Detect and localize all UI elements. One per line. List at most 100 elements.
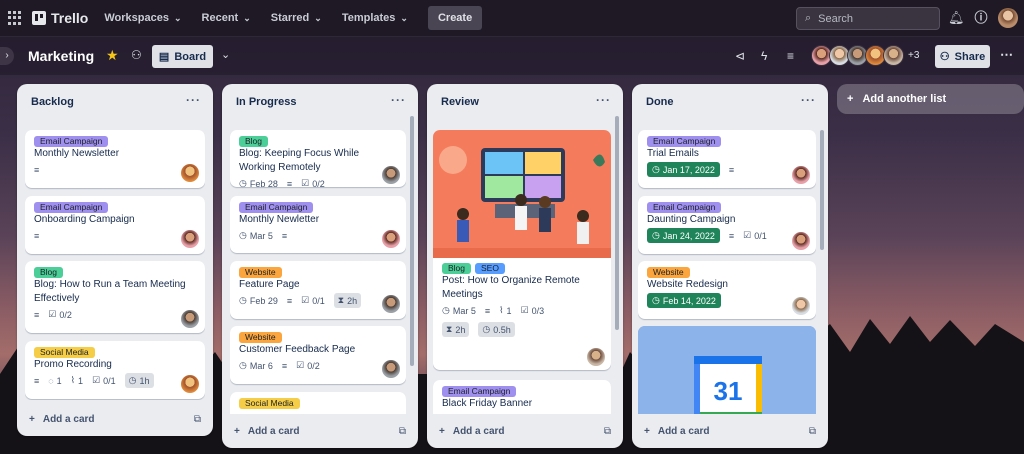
card-title: Monthly Newletter	[239, 214, 320, 225]
power-ups-icon[interactable]: ⊲	[735, 49, 745, 63]
visibility-icon[interactable]: ⚇	[131, 48, 142, 62]
attachments-badge: ⌇ 1	[71, 375, 83, 386]
add-card-button[interactable]: + Add a card	[234, 426, 300, 437]
attachments-count: 1	[506, 305, 512, 316]
add-list-button[interactable]: + Add another list	[837, 84, 1024, 114]
checklist-count: 0/1	[754, 230, 767, 241]
due-date-badge[interactable]: ◷ Feb 14, 2022	[647, 293, 721, 308]
card-member-avatar[interactable]	[792, 297, 810, 315]
card-template-icon[interactable]: ⧉	[604, 426, 611, 437]
card[interactable]: Website Customer Feedback Page ◷ Mar 6 ≡ …	[230, 326, 406, 384]
list-menu-icon[interactable]: ···	[596, 93, 611, 107]
list-backlog: Backlog ··· Email Campaign Monthly Newsl…	[17, 84, 213, 436]
card-template-icon[interactable]: ⧉	[399, 426, 406, 437]
card-member-avatar[interactable]	[181, 164, 199, 182]
list-title[interactable]: Backlog	[31, 96, 74, 108]
card-member-avatar[interactable]	[792, 232, 810, 250]
list-title[interactable]: Done	[646, 96, 674, 108]
list-scrollbar[interactable]	[820, 130, 824, 250]
checklist-icon: ☑	[301, 178, 310, 188]
view-switcher-chevron-icon[interactable]: ⌄	[221, 48, 230, 61]
board-menu-icon[interactable]: ⋯	[1000, 47, 1013, 63]
share-label: Share	[954, 50, 986, 63]
nav-templates[interactable]: Templates ⌄	[342, 12, 408, 24]
add-card-button[interactable]: + Add a card	[644, 426, 710, 437]
user-avatar[interactable]	[998, 8, 1018, 28]
due-date-badge[interactable]: ◷ Jan 17, 2022	[647, 162, 720, 177]
card[interactable]: Blog Blog: How to Run a Team Meeting Eff…	[25, 261, 205, 333]
card[interactable]: Social Media Promo Recording ≡ ◌ 1 ⌇ 1 ☑ 0/…	[25, 341, 205, 399]
nav-templates-label: Templates	[341, 12, 396, 24]
star-icon[interactable]: ★	[106, 47, 119, 64]
list-title[interactable]: Review	[441, 96, 479, 108]
list-menu-icon[interactable]: ···	[186, 93, 201, 107]
card-member-avatar[interactable]	[587, 348, 605, 366]
card-label: Website	[647, 267, 690, 278]
comment-icon: ◌	[48, 375, 54, 386]
card-member-avatar[interactable]	[382, 360, 400, 378]
automation-icon[interactable]: ϟ	[761, 49, 767, 63]
help-icon[interactable]: ⓘ	[973, 10, 989, 26]
add-card-button[interactable]: + Add a card	[439, 426, 505, 437]
search-input[interactable]: ⌕ Search	[796, 7, 940, 30]
add-list-label: Add another list	[862, 93, 947, 105]
card-label: Email Campaign	[34, 202, 109, 213]
card[interactable]: Website Feature Page ◷ Feb 29 ≡ ☑ 0/1 ⧗ 2h	[230, 261, 406, 319]
card[interactable]: Email Campaign Monthly Newsletter ≡	[25, 130, 205, 188]
card[interactable]: Email Campaign Monthly Newletter ◷ Mar 5 …	[230, 196, 406, 253]
card[interactable]: Blog Blog: Keeping Focus While Working R…	[230, 130, 406, 189]
card-member-avatar[interactable]	[382, 230, 400, 248]
trello-logo[interactable]: Trello	[32, 10, 88, 26]
sidebar-toggle-icon[interactable]: ›	[0, 47, 14, 65]
share-button[interactable]: ⚇ Share	[935, 45, 990, 68]
card-template-icon[interactable]: ⧉	[194, 414, 201, 425]
clock-icon: ◷	[652, 295, 660, 305]
board-view-button[interactable]: ▤ Board	[152, 45, 213, 68]
nav-recent[interactable]: Recent ⌄	[202, 12, 251, 24]
card[interactable]: 31	[638, 326, 816, 414]
list-menu-icon[interactable]: ···	[391, 93, 406, 107]
card[interactable]: Blog SEO Post: How to Organize Remote Mee…	[433, 130, 611, 370]
card-member-avatar[interactable]	[792, 166, 810, 184]
description-icon: ≡	[34, 309, 40, 320]
due-date-badge[interactable]: ◷ Jan 24, 2022	[647, 228, 720, 243]
share-icon: ⚇	[939, 51, 950, 63]
comments-badge: ◌ 1	[48, 376, 61, 386]
search-placeholder: Search	[818, 12, 854, 25]
card-member-avatar[interactable]	[181, 310, 199, 328]
card[interactable]: Email Campaign Daunting Campaign ◷ Jan 24…	[638, 196, 816, 254]
list-menu-icon[interactable]: ···	[801, 93, 816, 107]
card-template-icon[interactable]: ⧉	[809, 426, 816, 437]
card[interactable]: Email Campaign Black Friday Banner	[433, 380, 611, 414]
board-members[interactable]: +3	[811, 45, 919, 66]
card[interactable]: Website Website Redesign ◷ Feb 14, 2022	[638, 261, 816, 319]
board-title[interactable]: Marketing	[28, 48, 94, 64]
member-avatar[interactable]	[883, 45, 904, 66]
card-member-avatar[interactable]	[181, 375, 199, 393]
create-button[interactable]: Create	[427, 6, 483, 30]
extra-members-count[interactable]: +3	[908, 45, 919, 66]
app-switcher-icon[interactable]	[8, 11, 22, 25]
date-value: Mar 5	[249, 230, 273, 241]
card-member-avatar[interactable]	[382, 166, 400, 184]
time-value: 2h	[347, 295, 358, 306]
due-date-value: Jan 17, 2022	[662, 164, 715, 175]
nav-starred[interactable]: Starred ⌄	[271, 12, 322, 24]
add-card-button[interactable]: + Add a card	[29, 414, 95, 425]
card[interactable]: Social Media	[230, 392, 406, 414]
plus-icon: +	[234, 426, 240, 437]
card-member-avatar[interactable]	[382, 295, 400, 313]
nav-starred-label: Starred	[270, 12, 310, 24]
nav-workspaces[interactable]: Workspaces ⌄	[104, 12, 181, 24]
date-badge: ◷ Feb 29	[239, 295, 278, 306]
card-member-avatar[interactable]	[181, 230, 199, 248]
nav-recent-label: Recent	[201, 12, 239, 24]
list-scrollbar[interactable]	[410, 116, 414, 366]
card[interactable]: Email Campaign Trial Emails ◷ Jan 17, 202…	[638, 130, 816, 188]
card-label: Blog	[34, 267, 64, 278]
list-scrollbar[interactable]	[615, 116, 619, 330]
card[interactable]: Email Campaign Onboarding Campaign ≡	[25, 196, 205, 254]
filter-icon[interactable]: ≡	[787, 49, 794, 63]
list-title[interactable]: In Progress	[236, 96, 297, 108]
notifications-icon[interactable]: 🔔︎	[948, 10, 965, 26]
